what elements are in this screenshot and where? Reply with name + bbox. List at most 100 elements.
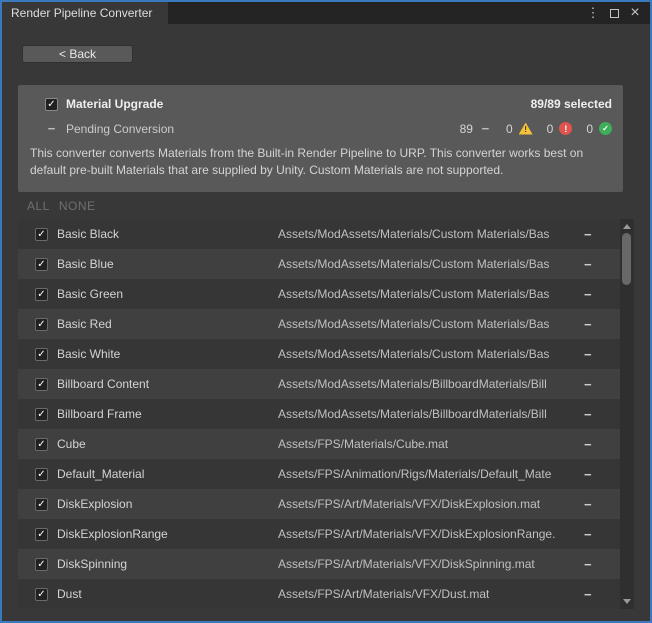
pending-total: 89 — [460, 122, 473, 136]
window-menu-icon[interactable]: ⋮ — [586, 5, 600, 21]
back-button[interactable]: < Back — [22, 45, 133, 63]
item-status-dash-icon: − — [584, 557, 592, 572]
list-item[interactable]: Basic Black Assets/ModAssets/Materials/C… — [18, 219, 620, 249]
item-checkbox[interactable] — [35, 528, 48, 541]
item-status-dash-icon: − — [584, 377, 592, 392]
item-status-dash-icon: − — [584, 527, 592, 542]
item-status-dash-icon: − — [584, 317, 592, 332]
close-icon[interactable]: × — [628, 5, 642, 21]
list-item[interactable]: Basic Blue Assets/ModAssets/Materials/Cu… — [18, 249, 620, 279]
item-status-dash-icon: − — [584, 257, 592, 272]
pending-dash-icon: − — [45, 121, 58, 136]
maximize-glyph — [610, 9, 619, 18]
list-item[interactable]: Billboard Frame Assets/ModAssets/Materia… — [18, 399, 620, 429]
list-item[interactable]: Basic White Assets/ModAssets/Materials/C… — [18, 339, 620, 369]
pending-conversion-label: Pending Conversion — [66, 122, 174, 136]
converter-description-wrap: This converter converts Materials from t… — [18, 136, 612, 179]
list-item[interactable]: Basic Red Assets/ModAssets/Materials/Cus… — [18, 309, 620, 339]
titlebar-icons: ⋮ × — [586, 2, 650, 24]
maximize-icon[interactable] — [607, 5, 621, 21]
item-checkbox[interactable] — [35, 288, 48, 301]
item-name: Default_Material — [57, 467, 144, 481]
item-status-dash-icon: − — [584, 587, 592, 602]
list-item[interactable]: DiskSpinning Assets/FPS/Art/Materials/VF… — [18, 549, 620, 579]
item-checkbox[interactable] — [35, 228, 48, 241]
item-status-dash-icon: − — [584, 497, 592, 512]
item-name: Basic Blue — [57, 257, 114, 271]
scroll-down-arrow-icon[interactable] — [623, 599, 631, 604]
item-path: Assets/FPS/Materials/Cube.mat — [278, 437, 448, 451]
success-count: 0 — [586, 122, 593, 136]
item-checkbox[interactable] — [35, 378, 48, 391]
scrollbar[interactable] — [620, 219, 634, 609]
item-status-dash-icon: − — [584, 437, 592, 452]
item-path: Assets/ModAssets/Materials/Custom Materi… — [278, 317, 549, 331]
list-item[interactable]: Default_Material Assets/FPS/Animation/Ri… — [18, 459, 620, 489]
error-icon: ! — [559, 122, 572, 135]
list-item[interactable]: Billboard Content Assets/ModAssets/Mater… — [18, 369, 620, 399]
item-name: DiskExplosion — [57, 497, 132, 511]
tab-render-pipeline-converter[interactable]: Render Pipeline Converter — [2, 2, 168, 24]
item-status-dash-icon: − — [584, 407, 592, 422]
item-name: Billboard Frame — [57, 407, 142, 421]
list-item[interactable]: Dust Assets/FPS/Art/Materials/VFX/Dust.m… — [18, 579, 620, 609]
item-path: Assets/ModAssets/Materials/Custom Materi… — [278, 347, 549, 361]
item-status-dash-icon: − — [584, 227, 592, 242]
selection-controls: ALL NONE — [27, 199, 650, 213]
render-pipeline-converter-window: Render Pipeline Converter ⋮ × < Back Mat… — [0, 0, 652, 623]
item-path: Assets/ModAssets/Materials/BillboardMate… — [278, 407, 547, 421]
item-checkbox[interactable] — [35, 318, 48, 331]
item-path: Assets/FPS/Art/Materials/VFX/DiskExplosi… — [278, 527, 555, 541]
item-path: Assets/ModAssets/Materials/Custom Materi… — [278, 227, 549, 241]
error-count: 0 — [547, 122, 554, 136]
converter-description: This converter converts Materials from t… — [30, 145, 608, 179]
converter-panel: Material Upgrade 89/89 selected − Pendin… — [18, 85, 623, 192]
item-name: Dust — [57, 587, 82, 601]
item-name: DiskSpinning — [57, 557, 127, 571]
item-checkbox[interactable] — [35, 438, 48, 451]
converter-title: Material Upgrade — [66, 97, 163, 111]
item-status-dash-icon: − — [584, 467, 592, 482]
list-item[interactable]: Cube Assets/FPS/Materials/Cube.mat − — [18, 429, 620, 459]
item-status-dash-icon: − — [584, 287, 592, 302]
converter-header-row: Material Upgrade 89/89 selected — [18, 85, 623, 111]
scrollbar-thumb[interactable] — [622, 233, 631, 285]
item-path: Assets/ModAssets/Materials/Custom Materi… — [278, 287, 549, 301]
item-path: Assets/ModAssets/Materials/BillboardMate… — [278, 377, 547, 391]
tab-title: Render Pipeline Converter — [11, 6, 152, 20]
item-name: Basic Green — [57, 287, 123, 301]
item-name: Basic Black — [57, 227, 119, 241]
scroll-up-arrow-icon[interactable] — [623, 224, 631, 229]
select-none-button[interactable]: NONE — [59, 199, 96, 213]
warning-count: 0 — [506, 122, 513, 136]
item-name: Basic White — [57, 347, 120, 361]
list-item[interactable]: DiskExplosionRange Assets/FPS/Art/Materi… — [18, 519, 620, 549]
material-upgrade-checkbox[interactable] — [45, 98, 58, 111]
pending-conversion-row: − Pending Conversion 89 − 0 0 ! 0 ✓ — [18, 111, 623, 136]
titlebar: Render Pipeline Converter ⋮ × — [2, 2, 650, 24]
material-list: Basic Black Assets/ModAssets/Materials/C… — [18, 219, 634, 609]
item-path: Assets/ModAssets/Materials/Custom Materi… — [278, 257, 549, 271]
item-checkbox[interactable] — [35, 468, 48, 481]
list-item[interactable]: Basic Green Assets/ModAssets/Materials/C… — [18, 279, 620, 309]
warning-icon — [519, 123, 533, 135]
list-item[interactable]: DiskExplosion Assets/FPS/Art/Materials/V… — [18, 489, 620, 519]
material-rows: Basic Black Assets/ModAssets/Materials/C… — [18, 219, 620, 609]
item-name: Billboard Content — [57, 377, 149, 391]
titlebar-spacer — [168, 2, 586, 24]
item-name: Cube — [57, 437, 86, 451]
select-all-button[interactable]: ALL — [27, 199, 50, 213]
item-checkbox[interactable] — [35, 498, 48, 511]
item-path: Assets/FPS/Animation/Rigs/Materials/Defa… — [278, 467, 551, 481]
item-checkbox[interactable] — [35, 588, 48, 601]
item-path: Assets/FPS/Art/Materials/VFX/Dust.mat — [278, 587, 489, 601]
pending-total-dash-icon: − — [479, 121, 492, 136]
item-path: Assets/FPS/Art/Materials/VFX/DiskExplosi… — [278, 497, 540, 511]
item-name: Basic Red — [57, 317, 112, 331]
item-status-dash-icon: − — [584, 347, 592, 362]
item-checkbox[interactable] — [35, 558, 48, 571]
item-checkbox[interactable] — [35, 348, 48, 361]
item-checkbox[interactable] — [35, 408, 48, 421]
item-checkbox[interactable] — [35, 258, 48, 271]
item-path: Assets/FPS/Art/Materials/VFX/DiskSpinnin… — [278, 557, 535, 571]
